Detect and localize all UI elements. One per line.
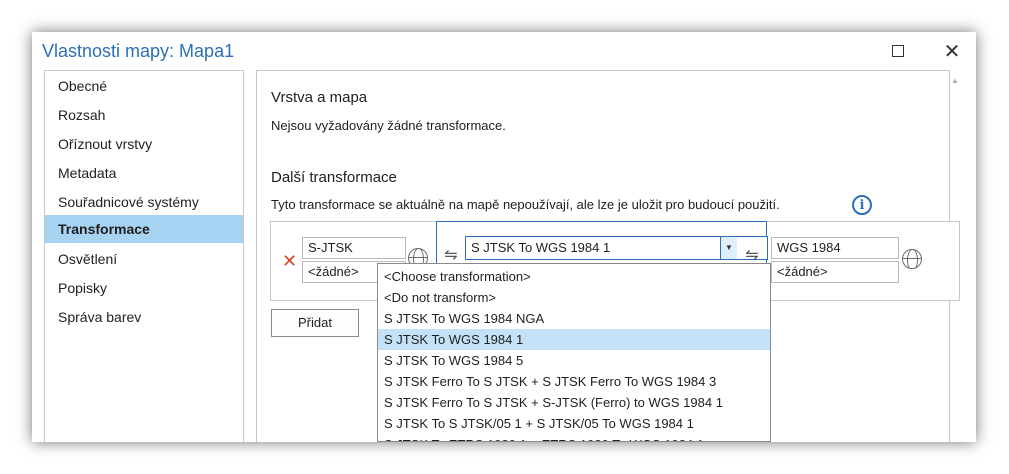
- scroll-up-arrow[interactable]: ▲: [950, 76, 960, 88]
- dropdown-option[interactable]: <Do not transform>: [378, 287, 770, 308]
- section-title-layer-map: Vrstva a mapa: [271, 89, 368, 106]
- target-crs-field[interactable]: WGS 1984: [771, 237, 899, 259]
- remove-icon[interactable]: ✕: [282, 252, 298, 270]
- sidebar-item-metadata[interactable]: Metadata: [45, 159, 243, 187]
- close-icon: ✕: [943, 40, 961, 63]
- dropdown-option[interactable]: S JTSK To ETRS 1989 1 + ETRS 1989 To WGS…: [378, 434, 770, 441]
- target-globe-icon[interactable]: [902, 249, 922, 269]
- section-text-future-use: Tyto transformace se aktuálně na mapě ne…: [271, 197, 780, 212]
- sidebar: Obecné Rozsah Oříznout vrstvy Metadata S…: [44, 70, 244, 442]
- sidebar-item-souradnicove-systemy[interactable]: Souřadnicové systémy: [45, 188, 243, 216]
- dropdown-option[interactable]: S JTSK To WGS 1984 NGA: [378, 308, 770, 329]
- target-vcrs-field[interactable]: <žádné>: [771, 261, 899, 283]
- sidebar-item-sprava-barev[interactable]: Správa barev: [45, 303, 243, 331]
- sidebar-item-oriznout-vrstvy[interactable]: Oříznout vrstvy: [45, 130, 243, 158]
- dropdown-option-highlighted[interactable]: S JTSK To WGS 1984 1: [378, 329, 770, 350]
- swap-left-icon[interactable]: ⇋: [441, 248, 461, 264]
- dropdown-option[interactable]: S JTSK To WGS 1984 5: [378, 350, 770, 371]
- dropdown-option[interactable]: S JTSK Ferro To S JTSK + S-JTSK (Ferro) …: [378, 392, 770, 413]
- maximize-button[interactable]: [880, 36, 916, 66]
- dropdown-option[interactable]: S JTSK Ferro To S JTSK + S JTSK Ferro To…: [378, 371, 770, 392]
- dropdown-option[interactable]: S JTSK To S JTSK/05 1 + S JTSK/05 To WGS…: [378, 413, 770, 434]
- sidebar-item-osvetleni[interactable]: Osvětlení: [45, 245, 243, 273]
- info-icon[interactable]: i: [852, 195, 872, 215]
- maximize-icon: [892, 45, 904, 57]
- section-text-no-transformations: Nejsou vyžadovány žádné transformace.: [271, 118, 506, 133]
- dropdown-option[interactable]: <Choose transformation>: [378, 266, 770, 287]
- close-button[interactable]: ✕: [934, 36, 970, 66]
- sidebar-item-popisky[interactable]: Popisky: [45, 274, 243, 302]
- transformation-dropdown-list: <Choose transformation> <Do not transfor…: [377, 263, 771, 442]
- swap-right-icon[interactable]: ⇋: [742, 248, 762, 264]
- add-button[interactable]: Přidat: [271, 309, 359, 337]
- source-crs-field[interactable]: S-JTSK: [302, 237, 406, 259]
- dialog-title: Vlastnosti mapy: Mapa1: [42, 41, 235, 61]
- sidebar-item-transformace[interactable]: Transformace: [45, 215, 243, 243]
- sidebar-item-obecne[interactable]: Obecné: [45, 72, 243, 100]
- sidebar-item-rozsah[interactable]: Rozsah: [45, 101, 243, 129]
- section-title-other-transformations: Další transformace: [271, 169, 397, 186]
- chevron-down-icon[interactable]: ▼: [720, 237, 737, 259]
